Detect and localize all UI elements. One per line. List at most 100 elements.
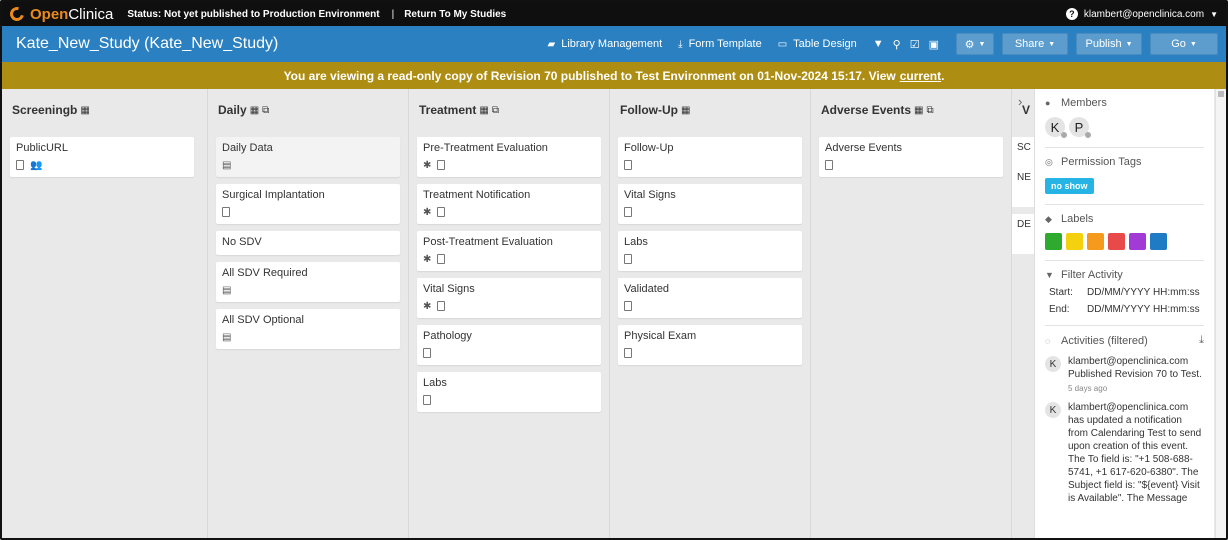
form-card[interactable]: Labs <box>618 231 802 271</box>
form-card[interactable]: Pathology <box>417 325 601 365</box>
end-filter[interactable]: End: DD/MM/YYYY HH:mm:ss <box>1049 304 1204 315</box>
document-icon <box>624 301 632 311</box>
user-menu[interactable]: ? klambert@openclinica.com ▼ <box>1065 2 1218 26</box>
go-button[interactable]: Go ▼ <box>1150 33 1218 55</box>
return-to-studies-link[interactable]: Return To My Studies <box>404 9 506 20</box>
form-card[interactable]: No SDV <box>216 231 400 255</box>
avatar[interactable]: P <box>1069 117 1091 138</box>
form-card[interactable]: Treatment Notification ✱ <box>417 184 601 224</box>
form-card[interactable]: Vital Signs ✱ <box>417 278 601 318</box>
members-section: ● Members K P <box>1045 97 1204 148</box>
calendar-icon: ▦ <box>249 104 260 116</box>
form-card-title: Post-Treatment Evaluation <box>423 236 553 248</box>
archive-icon: ▤ <box>222 159 232 171</box>
column-header[interactable]: Adverse Events ▦ ⧉ <box>811 89 1011 131</box>
form-card[interactable]: All SDV Required ▤ <box>216 262 400 302</box>
top-bar: Open Clinica Status: Not yet published to… <box>2 2 1226 26</box>
form-template-link[interactable]: ⤓ Form Template <box>678 38 762 50</box>
help-icon[interactable]: ? <box>1065 8 1078 20</box>
column-header[interactable]: Screeningb ▦ <box>2 89 207 131</box>
settings-button[interactable]: ⚙ ▼ <box>956 33 994 55</box>
search-icon[interactable]: ⚲ <box>893 38 901 51</box>
avatar: K <box>1045 402 1061 418</box>
chevron-right-icon[interactable]: › <box>1018 94 1022 109</box>
caret-down-icon: ▼ <box>1048 40 1056 48</box>
label-swatch[interactable] <box>1045 233 1062 250</box>
asterisk-icon: ✱ <box>423 206 432 218</box>
permission-tag[interactable]: no show <box>1045 178 1094 194</box>
label-swatch[interactable] <box>1129 233 1146 250</box>
column-header[interactable]: V <box>1012 89 1034 131</box>
column-title: V <box>1022 103 1031 117</box>
share-button[interactable]: Share ▼ <box>1002 33 1068 55</box>
logo-icon <box>7 4 27 24</box>
caret-down-icon: ▼ <box>978 40 986 48</box>
column-header[interactable]: Treatment ▦ ⧉ <box>409 89 609 131</box>
user-email[interactable]: klambert@openclinica.com <box>1084 9 1204 20</box>
form-card[interactable]: Pre-Treatment Evaluation ✱ <box>417 137 601 177</box>
label-swatch[interactable] <box>1087 233 1104 250</box>
label-swatch[interactable] <box>1066 233 1083 250</box>
label-swatch[interactable] <box>1108 233 1125 250</box>
start-filter[interactable]: Start: DD/MM/YYYY HH:mm:ss <box>1049 287 1204 298</box>
go-label: Go <box>1171 38 1186 50</box>
archive-icon[interactable]: ▣ <box>929 38 939 51</box>
form-card[interactable]: Follow-Up <box>618 137 802 177</box>
download-icon[interactable]: ⤓ <box>1199 334 1204 347</box>
activity-text: klambert@openclinica.com Published Revis… <box>1068 356 1202 380</box>
filter-icon[interactable]: ▼ <box>873 38 884 50</box>
form-card-title: PublicURL <box>16 142 68 154</box>
label-swatch[interactable] <box>1150 233 1167 250</box>
avatar-initial: P <box>1074 119 1084 135</box>
activities-title: Activities (filtered) <box>1061 334 1148 347</box>
check-square-icon[interactable]: ☑ <box>910 38 920 51</box>
form-card[interactable]: NE <box>1012 167 1034 207</box>
start-date-input[interactable]: DD/MM/YYYY HH:mm:ss <box>1087 287 1200 298</box>
column-title: Follow-Up <box>620 103 678 117</box>
event-board: Screeningb ▦ PublicURL 👥 Daily ▦ ⧉ Daily… <box>2 89 1034 538</box>
form-card[interactable]: Post-Treatment Evaluation ✱ <box>417 231 601 271</box>
form-card[interactable]: Vital Signs <box>618 184 802 224</box>
form-card[interactable]: Surgical Implantation <box>216 184 400 224</box>
publish-button[interactable]: Publish ▼ <box>1076 33 1142 55</box>
form-card[interactable]: Validated <box>618 278 802 318</box>
filter-activity-title: Filter Activity <box>1061 269 1123 281</box>
archive-icon: ▤ <box>222 331 232 343</box>
column-header[interactable]: Daily ▦ ⧉ <box>208 89 408 131</box>
start-label: Start: <box>1049 287 1073 298</box>
form-card[interactable]: DE <box>1012 214 1034 254</box>
openclinica-logo[interactable]: Open Clinica <box>7 4 114 24</box>
event-column-follow-up: Follow-Up ▦ Follow-Up Vital Signs Labs V… <box>610 89 811 538</box>
copy-icon: ⧉ <box>926 104 934 116</box>
table-design-link[interactable]: ▭ Table Design <box>778 38 857 50</box>
view-current-link[interactable]: current <box>900 69 941 83</box>
column-title: Screeningb <box>12 103 78 117</box>
calendar-icon: ▦ <box>479 104 489 116</box>
scrollbar-thumb[interactable] <box>1218 91 1224 97</box>
form-card[interactable]: Daily Data ▤ <box>216 137 400 177</box>
end-date-input[interactable]: DD/MM/YYYY HH:mm:ss <box>1087 304 1200 315</box>
form-card[interactable]: Labs <box>417 372 601 412</box>
panel-scrollbar[interactable] <box>1215 89 1226 538</box>
document-icon <box>624 207 632 217</box>
form-card[interactable]: Physical Exam <box>618 325 802 365</box>
form-card-title: Treatment Notification <box>423 189 531 201</box>
asterisk-icon: ✱ <box>423 300 432 312</box>
document-icon <box>624 348 632 358</box>
calendar-icon: ▦ <box>680 104 691 116</box>
avatar[interactable]: K <box>1045 117 1067 138</box>
avatar: K <box>1045 356 1061 372</box>
library-management-link[interactable]: ▰ Library Management <box>548 38 663 50</box>
form-card[interactable]: All SDV Optional ▤ <box>216 309 400 349</box>
archive-icon: ▤ <box>222 284 232 296</box>
column-header[interactable]: Follow-Up ▦ <box>610 89 810 131</box>
avatar-initial: K <box>1050 119 1060 135</box>
chevron-down-icon[interactable]: ▼ <box>1210 10 1218 19</box>
form-card-title: DE <box>1017 219 1031 230</box>
caret-down-icon: ▼ <box>1189 40 1197 48</box>
logo-text-clinica: Clinica <box>68 5 114 23</box>
form-card[interactable]: PublicURL 👥 <box>10 137 194 177</box>
event-column-adverse-events: Adverse Events ▦ ⧉ Adverse Events <box>811 89 1012 538</box>
form-card[interactable]: Adverse Events <box>819 137 1003 177</box>
event-column-daily: Daily ▦ ⧉ Daily Data ▤ Surgical Implanta… <box>208 89 409 538</box>
